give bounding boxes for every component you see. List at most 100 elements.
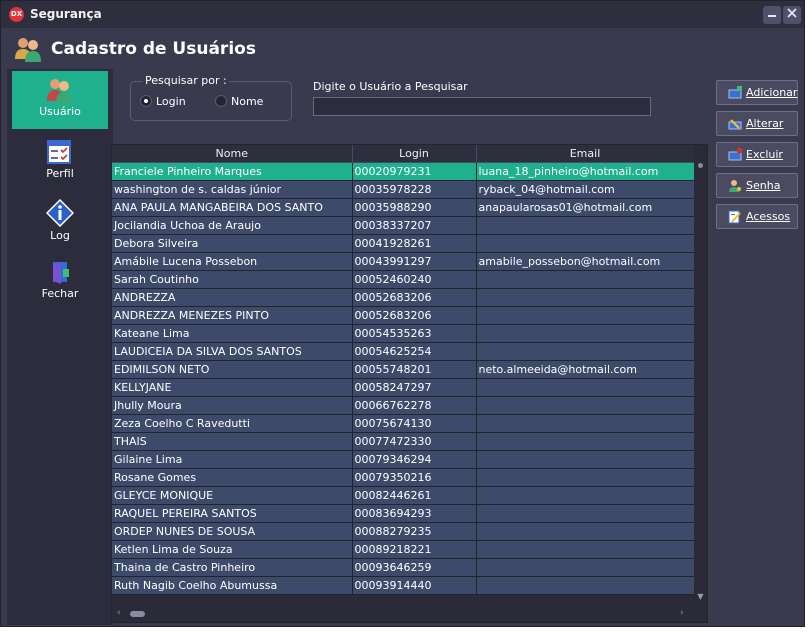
cell-email[interactable] [476, 216, 695, 235]
table-row[interactable]: ORDEP NUNES DE SOUSA 00088279235 [112, 522, 695, 541]
cell-login[interactable]: 00038337207 [352, 216, 477, 235]
cell-nome[interactable]: Sarah Coutinho [112, 270, 353, 289]
table-row[interactable]: Franciele Pinheiro Marques 00020979231 lua… [112, 162, 695, 181]
cell-email[interactable] [476, 234, 695, 253]
cell-login[interactable]: 00058247297 [352, 378, 477, 397]
cell-email[interactable] [476, 270, 695, 289]
table-row[interactable]: Gilaine Lima 00079346294 [112, 450, 695, 469]
cell-email[interactable] [476, 558, 695, 577]
sidebar-item-usuario[interactable]: Usuário [12, 71, 108, 129]
cell-login[interactable]: 00075674130 [352, 414, 477, 433]
cell-login[interactable]: 00054535263 [352, 324, 477, 343]
cell-email[interactable] [476, 540, 695, 559]
table-row[interactable]: Ketlen Lima de Souza 00089218221 [112, 540, 695, 559]
cell-email[interactable] [476, 576, 695, 595]
cell-nome[interactable]: Gilaine Lima [112, 450, 353, 469]
search-input[interactable] [313, 97, 651, 116]
cell-nome[interactable]: GLEYCE MONIQUE [112, 486, 353, 505]
add-button[interactable]: Adicionar [716, 80, 798, 105]
table-row[interactable]: ANDREZZA MENEZES PINTO 00052683206 [112, 306, 695, 325]
cell-nome[interactable]: THAIS [112, 432, 353, 451]
sidebar-item-perfil[interactable]: Perfil [12, 133, 108, 191]
radio-login-label[interactable]: Login [156, 95, 186, 108]
cell-nome[interactable]: Ketlen Lima de Souza [112, 540, 353, 559]
radio-nome[interactable] [215, 95, 227, 107]
cell-email[interactable] [476, 342, 695, 361]
cell-email[interactable]: neto.almeeida@hotmail.com [476, 360, 695, 379]
cell-email[interactable] [476, 414, 695, 433]
scroll-right-arrow-icon[interactable]: › [680, 608, 684, 618]
scroll-down-arrow-icon[interactable]: ▼ [696, 592, 705, 601]
cell-login[interactable]: 00052683206 [352, 288, 477, 307]
cell-login[interactable]: 00082446261 [352, 486, 477, 505]
cell-email[interactable] [476, 522, 695, 541]
column-header-nome[interactable]: Nome [112, 145, 353, 163]
table-row[interactable]: Jhully Moura 00066762278 [112, 396, 695, 415]
table-row[interactable]: Sarah Coutinho 00052460240 [112, 270, 695, 289]
cell-email[interactable]: amabile_possebon@hotmail.com [476, 252, 695, 271]
cell-nome[interactable]: ORDEP NUNES DE SOUSA [112, 522, 353, 541]
cell-nome[interactable]: ANDREZZA [112, 288, 353, 307]
cell-login[interactable]: 00079346294 [352, 450, 477, 469]
cell-email[interactable] [476, 468, 695, 487]
cell-login[interactable]: 00041928261 [352, 234, 477, 253]
cell-login[interactable]: 00093914440 [352, 576, 477, 595]
cell-email[interactable]: ryback_04@hotmail.com [476, 180, 695, 199]
scroll-left-arrow-icon[interactable]: ‹ [117, 608, 121, 618]
cell-login[interactable]: 00052683206 [352, 306, 477, 325]
table-row[interactable]: washington de s. caldas júnior 0003597822… [112, 180, 695, 199]
cell-login[interactable]: 00020979231 [352, 162, 477, 181]
minimize-button[interactable] [763, 6, 781, 24]
cell-login[interactable]: 00093646259 [352, 558, 477, 577]
cell-login[interactable]: 00066762278 [352, 396, 477, 415]
cell-nome[interactable]: Amábile Lucena Possebon [112, 252, 353, 271]
cell-email[interactable] [476, 504, 695, 523]
cell-email[interactable] [476, 324, 695, 343]
cell-email[interactable] [476, 306, 695, 325]
radio-nome-label[interactable]: Nome [231, 95, 263, 108]
table-row[interactable]: Rosane Gomes 00079350216 [112, 468, 695, 487]
table-row[interactable]: Zeza Coelho C Ravedutti 00075674130 [112, 414, 695, 433]
cell-nome[interactable]: Jocilandia Uchoa de Araujo [112, 216, 353, 235]
vertical-scrollbar[interactable]: ▼ [694, 145, 707, 606]
table-row[interactable]: RAQUEL PEREIRA SANTOS 00083694293 [112, 504, 695, 523]
cell-login[interactable]: 00077472330 [352, 432, 477, 451]
cell-login[interactable]: 00055748201 [352, 360, 477, 379]
cell-nome[interactable]: LAUDICEIA DA SILVA DOS SANTOS [112, 342, 353, 361]
cell-email[interactable]: luana_18_pinheiro@hotmail.com [476, 162, 695, 181]
column-header-login[interactable]: Login [352, 145, 477, 163]
radio-login[interactable] [140, 95, 152, 107]
cell-login[interactable]: 00035988290 [352, 198, 477, 217]
sidebar-item-fechar[interactable]: Fechar [12, 253, 108, 311]
cell-nome[interactable]: ANDREZZA MENEZES PINTO [112, 306, 353, 325]
cell-email[interactable] [476, 450, 695, 469]
table-row[interactable]: Jocilandia Uchoa de Araujo 00038337207 [112, 216, 695, 235]
cell-nome[interactable]: Thaina de Castro Pinheiro [112, 558, 353, 577]
horizontal-scrollbar[interactable]: ‹ › [112, 606, 694, 622]
sidebar-item-log[interactable]: Log [12, 193, 108, 251]
cell-login[interactable]: 00079350216 [352, 468, 477, 487]
close-button[interactable] [783, 6, 801, 24]
table-row[interactable]: EDIMILSON NETO 00055748201 neto.almeeida@h… [112, 360, 695, 379]
cell-login[interactable]: 00088279235 [352, 522, 477, 541]
table-row[interactable]: Thaina de Castro Pinheiro 00093646259 [112, 558, 695, 577]
edit-button[interactable]: Alterar [716, 111, 798, 136]
cell-nome[interactable]: Zeza Coelho C Ravedutti [112, 414, 353, 433]
cell-email[interactable] [476, 432, 695, 451]
cell-login[interactable]: 00083694293 [352, 504, 477, 523]
table-row[interactable]: THAIS 00077472330 [112, 432, 695, 451]
table-row[interactable]: KELLYJANE 00058247297 [112, 378, 695, 397]
cell-nome[interactable]: Rosane Gomes [112, 468, 353, 487]
cell-login[interactable]: 00052460240 [352, 270, 477, 289]
table-row[interactable]: Debora Silveira 00041928261 [112, 234, 695, 253]
delete-button[interactable]: Excluir [716, 142, 798, 167]
cell-nome[interactable]: washington de s. caldas júnior [112, 180, 353, 199]
cell-email[interactable]: anapaularosas01@hotmail.com [476, 198, 695, 217]
table-row[interactable]: ANA PAULA MANGABEIRA DOS SANTO 0003598829… [112, 198, 695, 217]
cell-nome[interactable]: Jhully Moura [112, 396, 353, 415]
cell-nome[interactable]: Franciele Pinheiro Marques [112, 162, 353, 181]
title-bar[interactable]: DX Segurança [1, 1, 804, 28]
cell-email[interactable] [476, 288, 695, 307]
access-button[interactable]: Acessos [716, 204, 798, 229]
cell-nome[interactable]: KELLYJANE [112, 378, 353, 397]
